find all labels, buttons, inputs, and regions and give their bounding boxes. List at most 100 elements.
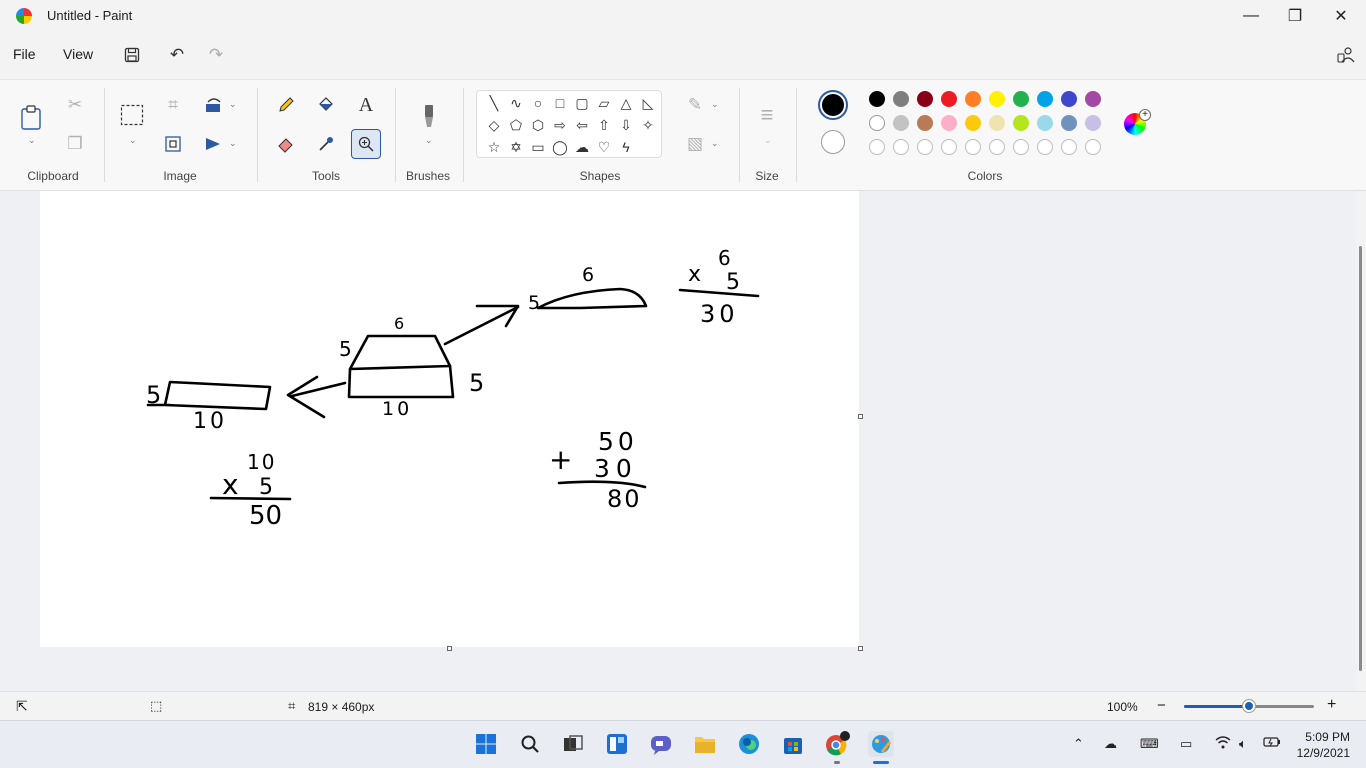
palette-color-swatch[interactable] (893, 115, 909, 131)
palette-color-swatch[interactable] (1061, 115, 1077, 131)
menu-file[interactable]: File (13, 46, 36, 62)
rotate-dropdown-icon[interactable]: ⌄ (229, 99, 237, 110)
palette-color-swatch[interactable] (917, 115, 933, 131)
palette-color-swatch[interactable] (1061, 91, 1077, 107)
right-arrow-shape-icon[interactable]: ⇨ (551, 116, 569, 134)
palette-color-swatch[interactable] (989, 91, 1005, 107)
paint-taskbar-icon[interactable] (868, 731, 894, 757)
maximize-button[interactable]: ❐ (1272, 0, 1318, 32)
copy-icon[interactable]: ❐ (60, 129, 90, 159)
rounded-rectangle-shape-icon[interactable]: ▢ (573, 94, 591, 112)
five-point-star-shape-icon[interactable]: ☆ (485, 138, 503, 156)
select-dropdown-icon[interactable]: ⌄ (129, 135, 137, 146)
palette-color-swatch[interactable] (1037, 115, 1053, 131)
save-icon[interactable] (121, 44, 143, 66)
curve-shape-icon[interactable]: ∿ (507, 94, 525, 112)
add-color-icon[interactable]: + (1139, 109, 1151, 121)
chat-icon[interactable] (648, 731, 674, 757)
undo-icon[interactable]: ↶ (166, 44, 188, 66)
size-dropdown-icon[interactable]: ⌄ (764, 135, 772, 146)
palette-color-swatch[interactable] (1013, 91, 1029, 107)
cut-icon[interactable]: ✂ (60, 90, 90, 120)
six-point-star-shape-icon[interactable]: ✡ (507, 138, 525, 156)
rectangle-shape-icon[interactable]: □ (551, 94, 569, 112)
lightning-shape-icon[interactable]: ϟ (617, 138, 635, 156)
heart-shape-icon[interactable]: ♡ (595, 138, 613, 156)
search-icon[interactable] (517, 731, 543, 757)
menu-view[interactable]: View (63, 46, 93, 62)
cloud-callout-shape-icon[interactable]: ☁ (573, 138, 591, 156)
volume-icon[interactable]: 🔈︎ (1239, 736, 1247, 752)
zoom-in-button[interactable]: + (1327, 696, 1336, 714)
brush-dropdown-icon[interactable]: ⌄ (425, 135, 433, 146)
canvas-resize-handle-bottom[interactable] (447, 646, 452, 651)
clock[interactable]: 5:09 PM 12/9/2021 (1290, 729, 1350, 761)
palette-color-swatch[interactable] (1013, 115, 1029, 131)
custom-color-slot[interactable] (893, 139, 909, 155)
resize-icon[interactable] (158, 129, 188, 159)
palette-color-swatch[interactable] (965, 91, 981, 107)
fill-icon[interactable] (311, 90, 341, 120)
custom-color-slot[interactable] (989, 139, 1005, 155)
outline-dropdown-icon[interactable]: ⌄ (711, 99, 719, 110)
hexagon-shape-icon[interactable]: ⬡ (529, 116, 547, 134)
line-shape-icon[interactable]: ╲ (485, 94, 503, 112)
pencil-icon[interactable] (271, 90, 301, 120)
display-icon[interactable]: ▭ (1180, 736, 1192, 752)
custom-color-slot[interactable] (1061, 139, 1077, 155)
magnifier-icon[interactable] (351, 129, 381, 159)
drawing-canvas[interactable]: 6 5 6 x 5 30 6 5 5 10 5 10 10 x 5 50 50 … (40, 191, 859, 647)
pentagon-shape-icon[interactable]: ⬠ (507, 116, 525, 134)
palette-color-swatch[interactable] (941, 115, 957, 131)
palette-color-swatch[interactable] (989, 115, 1005, 131)
primary-color-button[interactable] (818, 90, 848, 120)
custom-color-slot[interactable] (941, 139, 957, 155)
text-tool-icon[interactable]: A (351, 90, 381, 120)
widgets-icon[interactable] (604, 731, 630, 757)
color-picker-icon[interactable] (311, 129, 341, 159)
palette-color-swatch[interactable] (1037, 91, 1053, 107)
custom-color-slot[interactable] (1085, 139, 1101, 155)
vertical-scrollbar[interactable] (1356, 191, 1366, 691)
secondary-color-button[interactable] (821, 130, 845, 154)
rect-callout-shape-icon[interactable]: ▭ (529, 138, 547, 156)
left-arrow-shape-icon[interactable]: ⇦ (573, 116, 591, 134)
file-explorer-icon[interactable] (692, 731, 718, 757)
oval-callout-shape-icon[interactable]: ◯ (551, 138, 569, 156)
right-triangle-shape-icon[interactable]: ◺ (639, 94, 657, 112)
store-icon[interactable] (780, 731, 806, 757)
palette-color-swatch[interactable] (1085, 115, 1101, 131)
scrollbar-thumb[interactable] (1359, 246, 1362, 671)
palette-color-swatch[interactable] (941, 91, 957, 107)
fill-dropdown-icon[interactable]: ⌄ (711, 138, 719, 149)
wifi-icon[interactable] (1215, 736, 1231, 752)
palette-color-swatch[interactable] (893, 91, 909, 107)
size-icon[interactable]: ≡ (752, 100, 782, 130)
triangle-shape-icon[interactable]: △ (617, 94, 635, 112)
select-rectangle-icon[interactable] (117, 98, 147, 132)
crop-icon[interactable]: ⌗ (158, 90, 188, 120)
onedrive-icon[interactable]: ☁ (1104, 736, 1117, 752)
redo-icon[interactable]: ↷ (205, 44, 227, 66)
zoom-out-button[interactable]: − (1157, 697, 1166, 714)
flip-icon[interactable] (198, 129, 228, 159)
palette-color-swatch[interactable] (965, 115, 981, 131)
edge-icon[interactable] (736, 731, 762, 757)
down-arrow-shape-icon[interactable]: ⇩ (617, 116, 635, 134)
oval-shape-icon[interactable]: ○ (529, 94, 547, 112)
task-view-icon[interactable] (560, 731, 586, 757)
diamond-shape-icon[interactable]: ◇ (485, 116, 503, 134)
start-icon[interactable] (473, 731, 499, 757)
palette-color-swatch[interactable] (869, 91, 885, 107)
show-hidden-icons-icon[interactable]: ⌃ (1073, 736, 1084, 752)
eraser-icon[interactable] (271, 129, 301, 159)
palette-color-swatch[interactable] (869, 115, 885, 131)
custom-color-slot[interactable] (965, 139, 981, 155)
zoom-slider-thumb[interactable] (1243, 700, 1255, 712)
brush-icon[interactable] (414, 100, 444, 132)
zoom-slider[interactable] (1184, 700, 1314, 712)
rotate-icon[interactable] (198, 90, 228, 120)
paste-icon[interactable] (16, 100, 46, 136)
canvas-resize-handle-corner[interactable] (858, 646, 863, 651)
up-arrow-shape-icon[interactable]: ⇧ (595, 116, 613, 134)
